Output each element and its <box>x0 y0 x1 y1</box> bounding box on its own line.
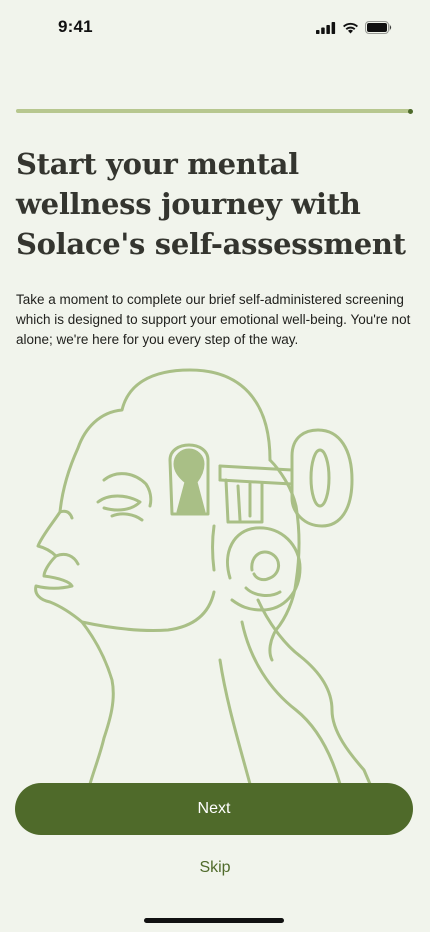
head-with-key-illustration <box>34 368 372 786</box>
status-icons <box>316 21 392 34</box>
intro-text: Take a moment to complete our brief self… <box>16 292 411 347</box>
cellular-signal-icon <box>316 21 336 34</box>
progress-fill <box>16 108 413 114</box>
status-time: 9:41 <box>58 17 93 36</box>
home-indicator <box>144 918 284 923</box>
progress-dot <box>408 108 413 114</box>
next-button[interactable]: Next <box>15 783 413 835</box>
skip-button[interactable]: Skip <box>0 859 430 877</box>
page-title: Start your mental wellness journey with … <box>16 147 406 261</box>
battery-icon <box>365 21 392 34</box>
status-bar: 9:41 <box>0 0 430 58</box>
progress-track <box>16 108 413 114</box>
wifi-icon <box>343 22 358 33</box>
